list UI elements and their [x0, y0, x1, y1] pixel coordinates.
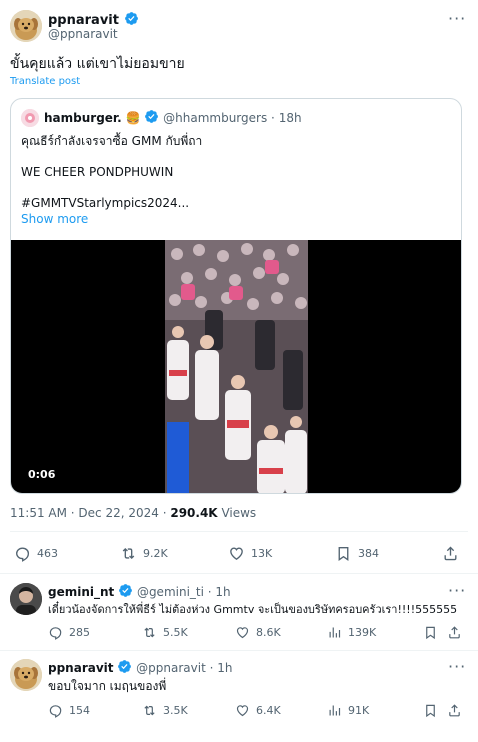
views-icon [327, 703, 342, 718]
share-button[interactable] [447, 703, 462, 718]
hamburger-avatar-icon [21, 109, 39, 127]
reply-text: เดี๋ยวน้องจัดการให้พี่ธีร์ ไม่ต้องห่วง G… [48, 603, 458, 616]
share-button[interactable] [442, 545, 459, 562]
person-avatar-icon [10, 583, 42, 615]
author-avatar[interactable] [10, 10, 42, 42]
reply-author-name[interactable]: ppnaravit [48, 661, 114, 675]
more-options-icon[interactable]: ··· [448, 9, 466, 28]
bookmark-icon [423, 703, 438, 718]
views-button[interactable]: 91K [327, 703, 369, 718]
verified-badge-icon [117, 659, 132, 674]
repost-icon [142, 703, 157, 718]
reply-author-handle[interactable]: @ppnaravit [136, 661, 206, 675]
bookmark-icon [335, 545, 352, 562]
repost-button[interactable]: 3.5K [142, 703, 188, 718]
show-more-link[interactable]: Show more [21, 212, 88, 226]
reply-count: 154 [69, 704, 90, 717]
more-options-icon[interactable]: ··· [448, 581, 466, 600]
views-button[interactable]: 139K [327, 625, 376, 640]
quoted-author-handle[interactable]: @hhammburgers [163, 111, 267, 125]
repost-button[interactable]: 9.2K [120, 545, 168, 562]
repost-icon [120, 545, 137, 562]
burger-emoji: 🍔 [125, 111, 141, 125]
like-button[interactable]: 8.6K [235, 625, 281, 640]
video-duration: 0:06 [28, 468, 56, 481]
reply-author-handle[interactable]: @gemini_ti [137, 585, 204, 599]
heart-icon [235, 625, 250, 640]
author-name[interactable]: ppnaravit [48, 13, 119, 28]
reply-button[interactable]: 285 [48, 625, 90, 640]
share-icon [447, 625, 462, 640]
reply-button[interactable]: 463 [14, 545, 58, 562]
views-label: Views [221, 506, 257, 520]
quoted-post-age[interactable]: 18h [279, 111, 302, 125]
like-count: 6.4K [256, 704, 281, 717]
views-count: 91K [348, 704, 370, 717]
heart-icon [228, 545, 245, 562]
like-count: 8.6K [256, 626, 281, 639]
video-player[interactable]: 0:06 [11, 240, 461, 493]
bookmark-count: 384 [358, 547, 379, 560]
reply-author-avatar[interactable] [10, 583, 42, 615]
quoted-text-line1: คุณธีร์กำลังเจรจาซื้อ GMM กับพี่ถา [21, 134, 203, 148]
bookmark-icon [423, 625, 438, 640]
share-icon [447, 703, 462, 718]
views-count: 139K [348, 626, 377, 639]
bookmark-button[interactable] [423, 703, 438, 718]
repost-icon [142, 625, 157, 640]
repost-count: 9.2K [143, 547, 168, 560]
verified-badge-icon [124, 11, 139, 26]
heart-icon [235, 703, 250, 718]
reply-icon [48, 703, 63, 718]
divider [10, 531, 468, 532]
divider [0, 573, 478, 574]
reply-text: ขอบใจมาก เมฤนของพี่ [48, 679, 167, 693]
reply-count: 285 [69, 626, 90, 639]
like-button[interactable]: 6.4K [235, 703, 281, 718]
like-count: 13K [251, 547, 273, 560]
reply-icon [48, 625, 63, 640]
divider [0, 650, 478, 651]
reply-age[interactable]: 1h [215, 585, 230, 599]
post-timestamp[interactable]: 11:51 AM · Dec 22, 2024 [10, 506, 159, 520]
verified-badge-icon [144, 109, 159, 124]
reply-count: 463 [37, 547, 58, 560]
bookmark-button[interactable]: 384 [335, 545, 379, 562]
like-button[interactable]: 13K [228, 545, 272, 562]
quoted-post-card[interactable]: hamburger. 🍔 @hhammburgers · 18h คุณธีร์… [10, 98, 462, 494]
repost-button[interactable]: 5.5K [142, 625, 188, 640]
repost-count: 5.5K [163, 626, 188, 639]
reply-author-name[interactable]: gemini_nt [48, 585, 114, 599]
views-count: 290.4K [170, 506, 218, 520]
translate-post-link[interactable]: Translate post [10, 76, 80, 87]
reply-button[interactable]: 154 [48, 703, 90, 718]
share-icon [442, 545, 459, 562]
verified-badge-icon [118, 583, 133, 598]
author-handle[interactable]: @ppnaravit [48, 27, 118, 41]
more-options-icon[interactable]: ··· [448, 657, 466, 676]
quoted-text-line2: WE CHEER PONDPHUWIN [21, 165, 174, 179]
dog-avatar-icon [10, 659, 42, 691]
reply-icon [14, 545, 31, 562]
dog-avatar-icon [10, 10, 42, 42]
reply-author-avatar[interactable] [10, 659, 42, 691]
repost-count: 3.5K [163, 704, 188, 717]
video-frame [165, 240, 308, 493]
reply-age[interactable]: 1h [217, 661, 232, 675]
share-button[interactable] [447, 625, 462, 640]
views-icon [327, 625, 342, 640]
bookmark-button[interactable] [423, 625, 438, 640]
post-text: ขั้นคุยแล้ว แต่เขาไม่ยอมขาย [10, 56, 185, 72]
quoted-text-hashtag[interactable]: #GMMTVStarlympics2024... [21, 196, 189, 210]
quoted-author-name[interactable]: hamburger. [44, 111, 122, 125]
quoted-author-avatar[interactable] [21, 109, 39, 127]
